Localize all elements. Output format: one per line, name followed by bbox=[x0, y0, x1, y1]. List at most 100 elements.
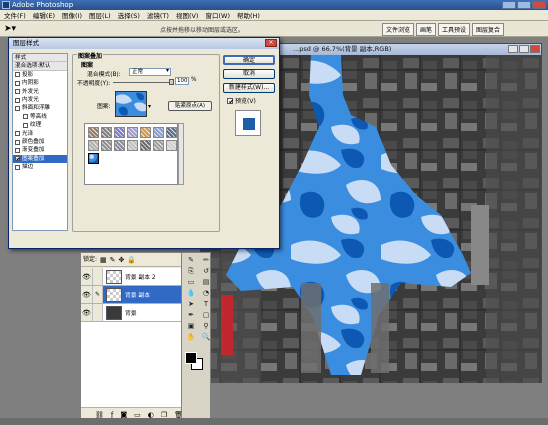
shape-tool-icon[interactable]: ▢ bbox=[199, 310, 213, 320]
history-brush-icon[interactable]: ↺ bbox=[199, 266, 213, 276]
lock-transparency-icon[interactable]: ▦ bbox=[100, 253, 107, 267]
style-checkbox[interactable] bbox=[15, 131, 20, 137]
pattern-swatch-option[interactable] bbox=[114, 140, 125, 151]
pattern-swatch-option[interactable] bbox=[140, 140, 151, 151]
menu-file[interactable]: 文件(F) bbox=[4, 10, 26, 20]
minimize-button[interactable] bbox=[502, 1, 516, 9]
visibility-eye-icon[interactable]: 👁 bbox=[81, 268, 93, 285]
blend-mode-select[interactable]: 正常 bbox=[129, 68, 171, 76]
preview-option[interactable]: 预览(V) bbox=[227, 96, 256, 105]
tab-brushes[interactable]: 画笔 bbox=[416, 23, 437, 36]
stamp-tool-icon[interactable]: ⎘ bbox=[184, 266, 198, 276]
blur-tool-icon[interactable]: 💧 bbox=[184, 288, 198, 298]
style-checkbox[interactable] bbox=[15, 147, 20, 153]
doc-close-button[interactable] bbox=[530, 45, 540, 53]
ok-button[interactable]: 确定 bbox=[223, 55, 275, 65]
notes-tool-icon[interactable]: ▣ bbox=[184, 321, 198, 331]
brush-tool-icon[interactable]: ✎ bbox=[184, 255, 198, 265]
menu-help[interactable]: 帮助(H) bbox=[237, 10, 260, 20]
pattern-swatch-option[interactable] bbox=[166, 127, 177, 138]
visibility-eye-icon[interactable]: 👁 bbox=[81, 286, 93, 303]
style-checkbox[interactable] bbox=[15, 106, 20, 112]
style-checkbox[interactable] bbox=[15, 164, 20, 170]
pencil-tool-icon[interactable]: ✏ bbox=[199, 255, 213, 265]
pattern-swatch-option[interactable] bbox=[88, 127, 99, 138]
style-item[interactable]: 描边 bbox=[13, 163, 67, 171]
style-item[interactable]: 投影 bbox=[13, 71, 67, 79]
eyedropper-tool-icon[interactable]: ⚲ bbox=[199, 321, 213, 331]
preview-checkbox[interactable] bbox=[227, 97, 233, 104]
doc-minimize-button[interactable] bbox=[508, 45, 518, 53]
menu-window[interactable]: 窗口(W) bbox=[205, 10, 230, 20]
menu-layer[interactable]: 图层(L) bbox=[89, 10, 111, 20]
foreground-color-swatch[interactable] bbox=[185, 352, 197, 364]
opacity-input[interactable]: 100 bbox=[175, 77, 189, 85]
pattern-dropdown-icon[interactable]: ▾ bbox=[148, 103, 151, 110]
opacity-slider-track[interactable] bbox=[113, 82, 171, 83]
snap-to-origin-button[interactable]: 贴紧原点(A) bbox=[168, 101, 212, 111]
menu-select[interactable]: 选择(S) bbox=[118, 10, 140, 20]
dodge-tool-icon[interactable]: ◔ bbox=[199, 288, 213, 298]
style-item[interactable]: 内发光 bbox=[13, 96, 67, 104]
pattern-picker-scrollbar[interactable] bbox=[178, 123, 184, 185]
style-checkbox[interactable] bbox=[23, 114, 28, 120]
opacity-slider-thumb[interactable] bbox=[169, 79, 174, 85]
pen-tool-icon[interactable]: ✒ bbox=[184, 310, 198, 320]
lock-image-icon[interactable]: ✎ bbox=[110, 253, 116, 267]
style-checkbox[interactable] bbox=[23, 122, 28, 128]
tab-layer-comps[interactable]: 图层复合 bbox=[472, 23, 505, 36]
pattern-swatch-option[interactable] bbox=[88, 153, 99, 164]
visibility-eye-icon[interactable]: 👁 bbox=[81, 304, 93, 321]
zoom-tool-icon[interactable]: 🔍 bbox=[199, 332, 213, 342]
style-item[interactable]: 内阴影 bbox=[13, 79, 67, 87]
doc-maximize-button[interactable] bbox=[519, 45, 529, 53]
pattern-swatch-option[interactable] bbox=[101, 140, 112, 151]
pattern-swatch-option[interactable] bbox=[127, 140, 138, 151]
style-item[interactable]: 图案叠加 bbox=[13, 154, 67, 164]
style-item[interactable]: 渐变叠加 bbox=[13, 146, 67, 154]
style-item[interactable]: 外发光 bbox=[13, 88, 67, 96]
color-swatches[interactable] bbox=[182, 350, 208, 372]
tab-tool-presets[interactable]: 工具预设 bbox=[438, 23, 471, 36]
menu-image[interactable]: 图像(I) bbox=[62, 10, 82, 20]
move-tool-icon[interactable]: ➤▾ bbox=[4, 24, 18, 34]
pattern-swatch-option[interactable] bbox=[88, 140, 99, 151]
pattern-swatch-option[interactable] bbox=[153, 140, 164, 151]
type-tool-icon[interactable]: T bbox=[199, 299, 213, 309]
pattern-swatch-option[interactable] bbox=[153, 127, 164, 138]
hand-tool-icon[interactable]: ✋ bbox=[184, 332, 198, 342]
eraser-tool-icon[interactable]: ▭ bbox=[184, 277, 198, 287]
style-item[interactable]: 光泽 bbox=[13, 130, 67, 138]
style-checkbox[interactable] bbox=[15, 139, 20, 145]
style-checkbox[interactable] bbox=[15, 97, 20, 103]
style-item[interactable]: 等高线 bbox=[13, 113, 67, 121]
lock-position-icon[interactable]: ✥ bbox=[119, 253, 125, 267]
style-item[interactable]: 纹理 bbox=[13, 121, 67, 129]
pattern-swatch-option[interactable] bbox=[114, 127, 125, 138]
pattern-swatch-option[interactable] bbox=[140, 127, 151, 138]
close-button[interactable] bbox=[532, 1, 546, 9]
pattern-swatch[interactable] bbox=[115, 91, 147, 117]
tab-file-browser[interactable]: 文件浏览 bbox=[382, 23, 415, 36]
menu-edit[interactable]: 编辑(E) bbox=[33, 10, 55, 20]
style-checkbox[interactable] bbox=[15, 156, 20, 162]
pattern-swatch-option[interactable] bbox=[127, 127, 138, 138]
style-checkbox[interactable] bbox=[15, 72, 20, 78]
style-checkbox[interactable] bbox=[15, 80, 20, 86]
menu-filter[interactable]: 滤镜(T) bbox=[147, 10, 169, 20]
lock-all-icon[interactable]: 🔒 bbox=[127, 253, 136, 267]
gradient-tool-icon[interactable]: ▤ bbox=[199, 277, 213, 287]
cancel-button[interactable]: 取消 bbox=[223, 69, 275, 79]
pattern-swatch-option[interactable] bbox=[166, 140, 177, 151]
brush-icon[interactable]: ✎ bbox=[93, 286, 103, 303]
style-item[interactable]: 混合选项:默认 bbox=[13, 62, 67, 71]
layer-link-slot[interactable] bbox=[93, 268, 103, 285]
dialog-close-button[interactable]: × bbox=[265, 39, 277, 47]
layer-link-slot[interactable] bbox=[93, 304, 103, 321]
style-checkbox[interactable] bbox=[15, 89, 20, 95]
style-item[interactable]: 颜色叠加 bbox=[13, 138, 67, 146]
new-style-button[interactable]: 新建样式(W)... bbox=[223, 83, 275, 93]
path-select-icon[interactable]: ➤ bbox=[184, 299, 198, 309]
pattern-swatch-option[interactable] bbox=[101, 127, 112, 138]
maximize-button[interactable] bbox=[517, 1, 531, 9]
